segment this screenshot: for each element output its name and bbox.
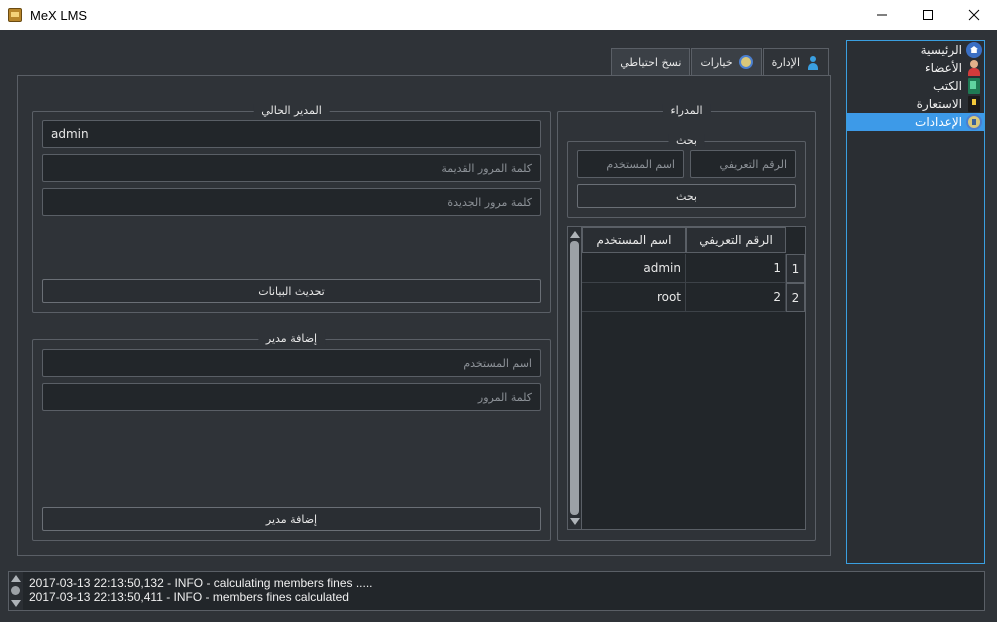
cell-id: 1: [686, 254, 786, 283]
new-password-field[interactable]: كلمة مرور الجديدة: [42, 188, 541, 216]
window-title: MeX LMS: [30, 7, 88, 23]
nav-item-books[interactable]: الكتب: [847, 77, 984, 95]
column-header-username[interactable]: اسم المستخدم: [582, 227, 686, 253]
new-admin-username-field[interactable]: اسم المستخدم: [42, 349, 541, 377]
table-header: اسم المستخدم الرقم التعريفي: [582, 227, 786, 253]
search-username-field[interactable]: اسم المستخدم: [577, 150, 684, 178]
tab-label: خيارات: [700, 55, 733, 69]
tab-label: نسخ احتياطي: [620, 55, 682, 69]
cell-id: 2: [686, 283, 786, 312]
cell-username: admin: [582, 254, 686, 283]
nav-item-label: الإعدادات: [915, 115, 962, 129]
nav-item-borrowing[interactable]: الاستعارة: [847, 95, 984, 113]
nav-item-label: الاستعارة: [916, 97, 962, 111]
log-panel: 2017-03-13 22:13:50,132 - INFO - calcula…: [8, 571, 985, 611]
table-row[interactable]: root 2 2: [582, 283, 805, 312]
scroll-down-icon[interactable]: [11, 600, 21, 607]
nav-item-settings[interactable]: الإعدادات: [847, 113, 984, 131]
window-controls: [859, 0, 997, 30]
nav-item-home[interactable]: الرئيسية: [847, 41, 984, 59]
scroll-down-icon[interactable]: [570, 518, 580, 525]
nav-item-label: الكتب: [932, 79, 962, 93]
search-button[interactable]: بحث: [577, 184, 796, 208]
add-admin-button[interactable]: إضافة مدير: [42, 507, 541, 531]
nav-item-label: الأعضاء: [924, 61, 962, 75]
borrow-icon: [968, 96, 980, 112]
cell-username: root: [582, 283, 686, 312]
user-icon: [806, 55, 820, 70]
maximize-icon: [923, 10, 933, 20]
main-navigation: الرئيسية الأعضاء الكتب الاستعارة الإعداد…: [846, 40, 985, 564]
update-data-button[interactable]: تحديث البيانات: [42, 279, 541, 303]
log-scrollbar[interactable]: [9, 572, 23, 610]
group-title: المدراء: [662, 104, 711, 117]
settings-tabs: الإدارة خيارات نسخ احتياطي: [610, 48, 829, 76]
nav-item-label: الرئيسية: [920, 43, 962, 57]
current-username-field[interactable]: admin: [42, 120, 541, 148]
close-button[interactable]: [951, 0, 997, 30]
tab-backup[interactable]: نسخ احتياطي: [611, 48, 691, 75]
new-admin-password-field[interactable]: كلمة المرور: [42, 383, 541, 411]
member-icon: [966, 60, 982, 76]
row-header[interactable]: 1: [786, 254, 805, 283]
tab-options[interactable]: خيارات: [691, 48, 762, 75]
log-line: 2017-03-13 22:13:50,411 - INFO - members…: [29, 590, 349, 604]
old-password-field[interactable]: كلمة المرور القديمة: [42, 154, 541, 182]
home-icon: [966, 42, 982, 58]
search-id-field[interactable]: الرقم التعريفي: [690, 150, 796, 178]
scroll-thumb[interactable]: [570, 241, 579, 515]
group-title: المدير الحالي: [253, 104, 330, 117]
scroll-thumb[interactable]: [11, 586, 20, 595]
minimize-icon: [877, 14, 887, 16]
minimize-button[interactable]: [859, 0, 905, 30]
close-icon: [968, 9, 980, 21]
maximize-button[interactable]: [905, 0, 951, 30]
group-title: بحث: [668, 134, 705, 147]
admins-table: اسم المستخدم الرقم التعريفي admin 1 1 ro…: [567, 226, 806, 530]
tab-administration[interactable]: الإدارة: [762, 48, 829, 76]
settings-icon: [966, 114, 982, 130]
column-header-id[interactable]: الرقم التعريفي: [686, 227, 786, 253]
row-header[interactable]: 2: [786, 283, 805, 312]
scroll-up-icon[interactable]: [11, 575, 21, 582]
nav-item-members[interactable]: الأعضاء: [847, 59, 984, 77]
log-line: 2017-03-13 22:13:50,132 - INFO - calcula…: [29, 576, 373, 590]
title-bar: MeX LMS: [0, 0, 997, 30]
app-logo-icon: [8, 8, 22, 22]
table-scrollbar[interactable]: [568, 227, 582, 529]
scroll-up-icon[interactable]: [570, 231, 580, 238]
table-row[interactable]: admin 1 1: [582, 254, 805, 283]
group-title: إضافة مدير: [257, 332, 326, 345]
gear-icon: [738, 55, 753, 69]
book-icon: [968, 78, 980, 94]
tab-label: الإدارة: [771, 56, 800, 69]
